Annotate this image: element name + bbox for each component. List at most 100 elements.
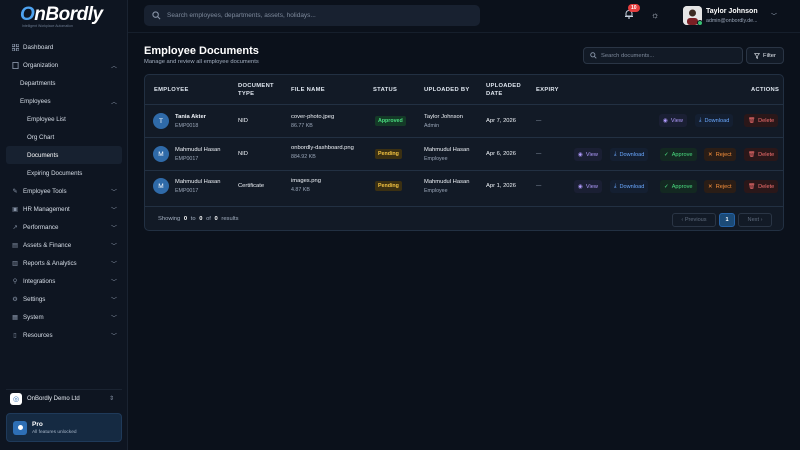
next-page-button[interactable]: Next › — [738, 213, 772, 227]
employee-avatar: T — [153, 113, 169, 129]
sidebar-item-employees[interactable]: Employees ︿ — [0, 92, 128, 110]
sidebar-item-system[interactable]: ▦ System ﹀ — [0, 308, 128, 326]
chevron-down-icon: ﹀ — [110, 243, 117, 250]
status-badge: Pending — [375, 149, 402, 159]
uploaded-by-role: Admin — [424, 123, 440, 129]
chevron-updown-icon: ⇕ — [108, 396, 114, 402]
uploaded-by-role: Employee — [424, 188, 448, 194]
user-name[interactable]: Taylor Johnson — [706, 8, 758, 15]
check-icon: ✓ — [664, 151, 669, 158]
view-button[interactable]: ◉ View — [574, 148, 602, 161]
expiry-date: — — [536, 151, 542, 157]
sidebar: OnBordly Intelligent Workplace Automatio… — [0, 0, 128, 450]
sidebar-item-organization[interactable]: Organization ︿ — [0, 56, 128, 74]
eye-icon: ◉ — [578, 151, 583, 158]
server-icon: ▦ — [12, 313, 18, 321]
download-icon: ⤓ — [614, 183, 617, 189]
col-uploaded-date: UPLOADED DATE — [486, 83, 521, 97]
tools-icon: ✎ — [12, 187, 18, 195]
document-type: NID — [238, 118, 248, 124]
trash-icon: 🗑 — [748, 117, 756, 124]
download-button[interactable]: ⤓ Download — [610, 148, 649, 161]
document-search-input[interactable] — [601, 52, 731, 59]
sidebar-item-departments[interactable]: Departments — [0, 74, 128, 92]
sidebar-item-hr-management[interactable]: ▣ HR Management ﹀ — [0, 200, 128, 218]
briefcase-icon: ▣ — [12, 205, 18, 213]
documents-table: EMPLOYEE DOCUMENT TYPE FILE NAME STATUS U… — [144, 74, 784, 231]
document-search[interactable] — [583, 47, 743, 64]
results-summary: Showing 0 to 0 of 0 results — [158, 216, 239, 222]
col-status: STATUS — [373, 87, 398, 93]
table-row: T Tania Akter EMP0018 NID cover-photo.jp… — [145, 105, 783, 138]
x-icon: ✕ — [708, 183, 713, 190]
col-expiry: EXPIRY — [536, 87, 559, 93]
approve-button[interactable]: ✓ Approve — [660, 148, 697, 161]
previous-page-button[interactable]: ‹ Previous — [672, 213, 716, 227]
grid-icon — [11, 43, 19, 51]
pro-subtitle: All features unlocked — [32, 429, 77, 435]
chevron-down-icon: ﹀ — [110, 333, 117, 340]
file-size: 884.92 KB — [291, 154, 316, 160]
global-search-input[interactable] — [167, 12, 467, 19]
uploaded-by-name: Taylor Johnson — [424, 114, 463, 120]
chevron-down-icon: ﹀ — [110, 297, 117, 304]
table-row: M Mahmudul Hasan EMP0017 NID onbordly-da… — [145, 138, 783, 171]
col-actions: ACTIONS — [751, 87, 780, 93]
employee-name: Mahmudul Hasan — [175, 179, 221, 185]
sidebar-item-employee-list[interactable]: Employee List — [0, 110, 128, 128]
download-button[interactable]: ⤓ Download — [695, 114, 734, 127]
sidebar-item-dashboard[interactable]: Dashboard — [0, 38, 128, 56]
x-icon: ✕ — [708, 151, 713, 158]
sidebar-item-expiring-documents[interactable]: Expiring Documents — [0, 164, 128, 182]
chevron-down-icon[interactable]: ﹀ — [771, 11, 777, 20]
file-name: images.png — [291, 178, 321, 184]
brand-logo[interactable]: OnBordly Intelligent Workplace Automatio… — [20, 3, 103, 28]
document-type: Certificate — [238, 183, 265, 189]
view-button[interactable]: ◉ View — [574, 180, 602, 193]
eye-icon: ◉ — [663, 117, 668, 124]
delete-button[interactable]: 🗑 Delete — [744, 180, 779, 193]
sidebar-item-resources[interactable]: ▯ Resources ﹀ — [0, 326, 128, 344]
delete-button[interactable]: 🗑 Delete — [744, 148, 779, 161]
gear-icon: ⚙ — [12, 295, 18, 303]
sidebar-item-org-chart[interactable]: Org Chart — [0, 128, 128, 146]
chart-icon: ↗ — [12, 223, 18, 231]
pro-plan-card[interactable]: Pro All features unlocked — [6, 413, 122, 442]
online-status-dot — [697, 20, 703, 26]
page-1-button[interactable]: 1 — [719, 213, 735, 227]
org-name: OnBordly Demo Ltd — [27, 395, 80, 402]
download-button[interactable]: ⤓ Download — [610, 180, 649, 193]
reject-button[interactable]: ✕ Reject — [704, 148, 736, 161]
chevron-up-icon: ︿ — [110, 99, 117, 106]
download-icon: ⤓ — [614, 151, 617, 157]
chevron-down-icon: ﹀ — [110, 189, 117, 196]
sidebar-item-integrations[interactable]: ⚲ Integrations ﹀ — [0, 272, 128, 290]
delete-button[interactable]: 🗑 Delete — [744, 114, 779, 127]
eye-icon: ◉ — [578, 183, 583, 190]
sidebar-item-reports-analytics[interactable]: ▥ Reports & Analytics ﹀ — [0, 254, 128, 272]
chevron-down-icon: ﹀ — [110, 315, 117, 322]
reject-button[interactable]: ✕ Reject — [704, 180, 736, 193]
filter-button[interactable]: Filter — [746, 47, 784, 64]
sidebar-item-settings[interactable]: ⚙ Settings ﹀ — [0, 290, 128, 308]
search-icon — [152, 11, 161, 20]
global-search[interactable] — [144, 5, 480, 26]
employee-avatar: M — [153, 146, 169, 162]
sidebar-item-assets-finance[interactable]: ▤ Assets & Finance ﹀ — [0, 236, 128, 254]
sidebar-item-performance[interactable]: ↗ Performance ﹀ — [0, 218, 128, 236]
download-icon: ⤓ — [699, 117, 702, 123]
pro-title: Pro — [32, 420, 43, 428]
approve-button[interactable]: ✓ Approve — [660, 180, 697, 193]
status-badge: Approved — [375, 116, 406, 126]
view-button[interactable]: ◉ View — [659, 114, 687, 127]
user-email: admin@onbordly.de... — [706, 18, 758, 24]
sidebar-item-documents[interactable]: Documents — [6, 146, 122, 164]
sun-icon[interactable]: ☼ — [651, 10, 659, 20]
upload-date: Apr 7, 2026 — [486, 118, 516, 124]
upload-date: Apr 6, 2026 — [486, 151, 516, 157]
col-file-name: FILE NAME — [291, 87, 325, 93]
org-switcher[interactable]: ◎ OnBordly Demo Ltd ⇕ — [6, 389, 122, 407]
sidebar-item-employee-tools[interactable]: ✎ Employee Tools ﹀ — [0, 182, 128, 200]
chevron-down-icon: ﹀ — [110, 207, 117, 214]
col-document-type: DOCUMENT TYPE — [238, 83, 274, 97]
